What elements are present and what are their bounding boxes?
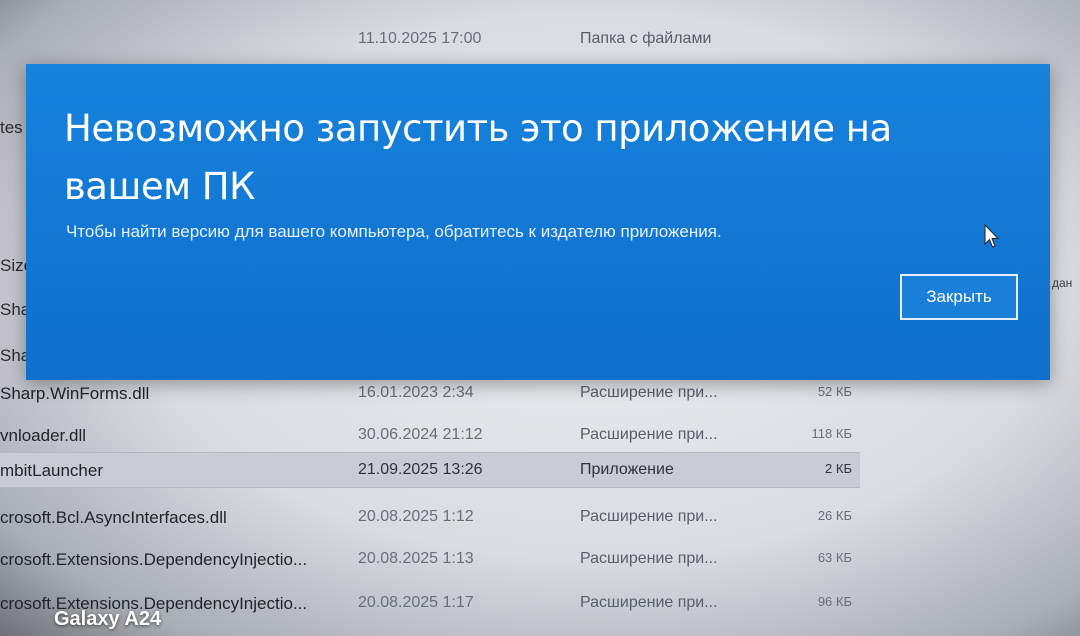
file-size: 2 КБ [825,461,852,476]
details-fragment: дан [1052,276,1073,290]
file-row[interactable]: Sharp.WinForms.dll 16.01.2023 2:34 Расши… [0,376,860,410]
file-size: 118 КБ [811,426,852,441]
photo-frame: 11.10.2025 17:00 Папка с файлами tes Siz… [0,0,1080,636]
file-type: Расширение при... [580,594,718,611]
app-compat-dialog: Невозможно запустить это приложение на в… [26,64,1050,380]
file-date: 16.01.2023 2:34 [358,384,474,401]
file-size: 26 КБ [817,508,852,523]
file-row-selected[interactable]: mbitLauncher 21.09.2025 13:26 Приложение… [0,452,860,488]
dialog-message: Чтобы найти версию для вашего компьютера… [66,222,722,241]
side-label: tes [0,118,23,137]
file-type: Расширение при... [580,508,718,525]
file-row[interactable]: crosoft.Bcl.AsyncInterfaces.dll 20.08.20… [0,500,860,534]
file-size: 63 КБ [817,550,852,565]
file-date: 21.09.2025 13:26 [358,461,483,478]
file-name: crosoft.Extensions.DependencyInjectio... [0,550,308,569]
camera-watermark: Galaxy A24 [54,608,162,630]
file-date: 20.08.2025 1:17 [358,594,474,611]
file-name: Sharp.WinForms.dll [0,384,150,403]
file-date: 20.08.2025 1:12 [358,508,474,525]
file-date: 30.06.2024 21:12 [358,426,483,443]
file-name: mbitLauncher [0,461,104,480]
file-row[interactable]: crosoft.Extensions.DependencyInjectio...… [0,542,860,576]
file-name: vnloader.dll [0,426,87,445]
file-type: Расширение при... [580,550,718,567]
close-button[interactable]: Закрыть [900,274,1018,320]
dialog-title: Невозможно запустить это приложение на в… [64,107,892,208]
file-type: Расширение при... [580,384,718,401]
file-type: Папка с файлами [580,30,712,47]
file-date: 20.08.2025 1:13 [358,550,474,567]
file-size: 96 КБ [817,594,852,609]
file-row[interactable]: vnloader.dll 30.06.2024 21:12 Расширение… [0,418,860,452]
mouse-pointer-icon [984,224,1000,248]
file-type: Приложение [580,461,674,478]
file-date: 11.10.2025 17:00 [358,30,482,47]
file-row-top[interactable]: 11.10.2025 17:00 Папка с файлами [0,22,860,56]
file-size: 52 КБ [817,384,852,399]
file-type: Расширение при... [580,426,718,443]
file-name: crosoft.Bcl.AsyncInterfaces.dll [0,508,227,527]
